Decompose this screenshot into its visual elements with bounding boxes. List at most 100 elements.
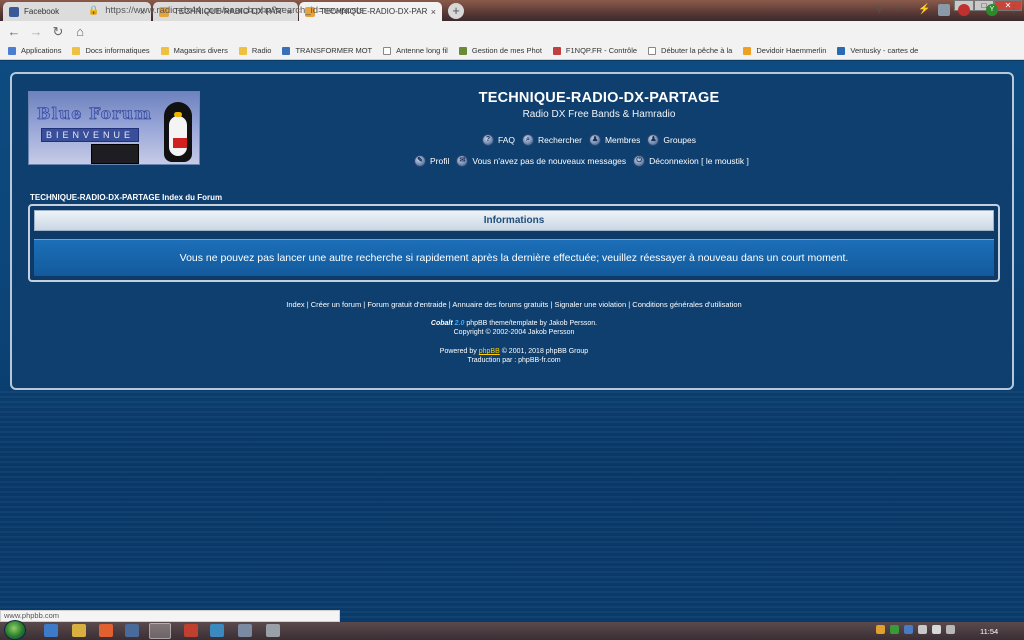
theme-copyright: Copyright © 2002-2004 Jakob Persson	[453, 329, 575, 336]
reload-icon[interactable]: ↻	[50, 24, 66, 40]
site-favicon-icon	[458, 46, 467, 55]
back-arrow-icon[interactable]: ←	[6, 24, 22, 40]
tray-app-icon[interactable]	[904, 625, 913, 634]
tray-app-icon[interactable]	[876, 625, 885, 634]
forum-nav-primary: ? FAQ ⌕ Rechercher ♟ Membres ♟ Groupes	[482, 134, 703, 146]
app-taskbar-icon[interactable]	[238, 624, 252, 637]
search-icon: ⌕	[522, 134, 535, 146]
forum-logo[interactable]: Blue Forum BIENVENUE	[28, 91, 200, 165]
footer-link-terms[interactable]: Conditions générales d'utilisation	[632, 300, 741, 309]
bookmark-link[interactable]: Gestion de mes Phot	[458, 46, 542, 55]
bookmark-link[interactable]: Antenne long fil	[383, 46, 448, 55]
site-favicon-icon	[282, 46, 291, 55]
network-icon[interactable]	[946, 625, 955, 634]
information-panel: Informations Vous ne pouvez pas lancer u…	[28, 204, 1000, 282]
information-message: Vous ne pouvez pas lancer une autre rech…	[34, 239, 994, 276]
extension-badge-icon[interactable]	[958, 4, 970, 16]
address-bar[interactable]: 🔒 https://www.radio-dx44.com/search.php?…	[88, 2, 908, 19]
translation-credit: Traduction par : phpBB-fr.com	[467, 357, 561, 364]
bookmark-label: Gestion de mes Phot	[471, 46, 542, 55]
chrome-taskbar-icon[interactable]	[149, 623, 171, 639]
lock-icon: 🔒	[88, 5, 100, 15]
menu-kebab-icon[interactable]: ⋮	[1008, 4, 1020, 16]
taskbar-clock[interactable]: 11:54	[980, 627, 998, 636]
folder-icon	[160, 46, 169, 55]
bookmark-folder[interactable]: Radio	[238, 46, 271, 55]
nav-messages[interactable]: ✉ Vous n'avez pas de nouveaux messages	[456, 155, 626, 167]
app-taskbar-icon[interactable]	[266, 624, 280, 637]
browser-toolbar: ← → ↻ ⌂	[0, 21, 1024, 42]
action-center-flag-icon[interactable]	[918, 625, 927, 634]
bookmark-label: Applications	[21, 46, 62, 55]
link-status-bar: www.phpbb.com	[0, 610, 340, 622]
footer-link-index[interactable]: Index	[286, 300, 304, 309]
bookmark-folder[interactable]: Docs informatiques	[72, 46, 150, 55]
faq-icon: ?	[482, 134, 494, 146]
bookmark-link[interactable]: Débuter la pêche à la	[648, 46, 732, 55]
bookmark-star-icon[interactable]: ☆	[893, 4, 905, 16]
bookmark-folder[interactable]: Magasins divers	[160, 46, 228, 55]
apps-grid-icon	[8, 46, 16, 55]
logout-icon: ⏻	[633, 155, 646, 167]
forum-frame: Blue Forum BIENVENUE TECHNIQUE-RADIO-DX-…	[10, 72, 1014, 390]
nav-label: Groupes	[663, 135, 696, 145]
app-taskbar-icon[interactable]	[210, 624, 224, 637]
theme-credit-text: phpBB theme/template by Jakob Persson.	[464, 320, 598, 327]
nav-logout[interactable]: ⏻ Déconnexion [ le moustik ]	[633, 155, 749, 167]
bookmark-label: F1NQP.FR - Contrôle	[565, 46, 638, 55]
penguin-belly	[169, 116, 187, 156]
extension-icon[interactable]	[938, 4, 950, 16]
information-panel-title: Informations	[34, 210, 994, 231]
profile-icon: ✎	[414, 155, 426, 167]
forum-nav-secondary: ✎ Profil ✉ Vous n'avez pas de nouveaux mes…	[414, 155, 756, 167]
nav-label: Membres	[604, 135, 641, 145]
bookmark-link[interactable]: TRANSFORMER MOT	[282, 46, 372, 55]
footer-link-directory[interactable]: Annuaire des forums gratuits	[452, 300, 548, 309]
powered-by: Powered by phpBB © 2001, 2018 phpBB Grou…	[12, 348, 1016, 355]
zoom-icon[interactable]: ⚲	[873, 4, 885, 16]
groups-icon: ♟	[647, 134, 660, 146]
app-taskbar-icon[interactable]	[184, 624, 198, 637]
ie-taskbar-icon[interactable]	[44, 624, 58, 637]
start-button-icon[interactable]	[4, 620, 26, 640]
footer-link-help-forum[interactable]: Forum gratuit d'entraide	[367, 300, 446, 309]
profile-avatar-icon[interactable]: Y	[986, 4, 998, 16]
bookmark-link[interactable]: Devidoir Haemmerlin	[743, 46, 826, 55]
nav-search[interactable]: ⌕ Rechercher	[522, 134, 582, 146]
page-viewport: Blue Forum BIENVENUE TECHNIQUE-RADIO-DX-…	[0, 61, 1024, 621]
nav-profile[interactable]: ✎ Profil	[414, 155, 449, 167]
app-taskbar-icon[interactable]	[125, 624, 139, 637]
logo-subtitle: BIENVENUE	[41, 128, 140, 142]
home-icon[interactable]: ⌂	[72, 24, 88, 40]
nav-label: FAQ	[498, 135, 516, 145]
nav-members[interactable]: ♟ Membres	[588, 134, 641, 146]
nav-label: Déconnexion [ le moustik ]	[649, 156, 749, 166]
address-url[interactable]: https://www.radio-dx44.com/search.php?se…	[105, 5, 364, 16]
footer-link-create-forum[interactable]: Créer un forum	[311, 300, 361, 309]
explorer-taskbar-icon[interactable]	[72, 624, 86, 637]
bookmarks-bar: Applications Docs informatiques Magasins…	[0, 42, 1024, 60]
members-icon: ♟	[588, 134, 601, 146]
qsl-card-image	[173, 138, 187, 148]
bookmark-link[interactable]: F1NQP.FR - Contrôle	[552, 46, 638, 55]
breadcrumb-forum-index[interactable]: TECHNIQUE-RADIO-DX-PARTAGE Index du Foru…	[30, 193, 222, 202]
messages-icon: ✉	[456, 155, 469, 167]
page-icon	[383, 46, 392, 55]
folder-icon	[238, 46, 247, 55]
bookmark-label: TRANSFORMER MOT	[295, 46, 373, 55]
footer-link-report[interactable]: Signaler une violation	[554, 300, 626, 309]
bookmark-link[interactable]: Ventusky - cartes de	[837, 46, 918, 55]
volume-icon[interactable]	[932, 625, 941, 634]
site-favicon-icon	[552, 46, 561, 55]
extension-bolt-icon[interactable]: ⚡	[918, 4, 930, 16]
powered-by-suffix: © 2001, 2018 phpBB Group	[499, 348, 589, 355]
tray-app-icon[interactable]	[890, 625, 899, 634]
system-tray	[876, 625, 960, 634]
nav-faq[interactable]: ? FAQ	[482, 134, 515, 146]
forward-arrow-icon[interactable]: →	[28, 24, 44, 40]
nav-groups[interactable]: ♟ Groupes	[647, 134, 696, 146]
phpbb-link[interactable]: phpBB	[479, 348, 500, 355]
media-taskbar-icon[interactable]	[99, 624, 113, 637]
bookmark-applications[interactable]: Applications	[8, 46, 61, 55]
bookmark-label: Débuter la pêche à la	[661, 46, 733, 55]
